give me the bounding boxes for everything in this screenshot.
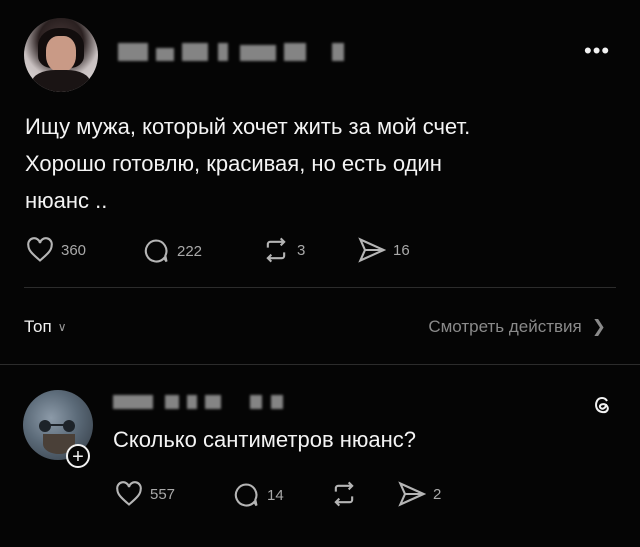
- repost-icon: [334, 481, 354, 507]
- share-icon: [398, 481, 426, 507]
- heart-icon: [116, 481, 142, 506]
- reply-username-censored[interactable]: [113, 393, 293, 411]
- post-text-line: нюанс ..: [25, 188, 108, 213]
- repost-count: 3: [297, 241, 306, 259]
- threads-logo-icon: [595, 397, 609, 414]
- heart-icon: [27, 237, 53, 262]
- sort-label: Топ: [24, 317, 52, 336]
- more-options-icon[interactable]: •••: [584, 40, 610, 62]
- comment-count: 14: [267, 486, 284, 504]
- comment-icon: [144, 239, 168, 263]
- share-count: 2: [433, 485, 442, 503]
- repost-button[interactable]: [330, 481, 358, 507]
- view-activity-link[interactable]: Смотреть действия ❯: [428, 317, 606, 337]
- reply-text: Сколько сантиметров нюанс?: [113, 427, 417, 452]
- glasses-shape: [39, 420, 75, 432]
- share-button[interactable]: 16: [358, 237, 410, 263]
- like-count: 360: [61, 241, 87, 259]
- activity-label: Смотреть действия: [428, 317, 582, 336]
- comment-button[interactable]: 14: [232, 481, 284, 509]
- like-count: 557: [150, 485, 176, 503]
- post-text: Ищу мужа, который хочет жить за мой счет…: [25, 108, 585, 219]
- divider: [0, 364, 640, 365]
- repost-button[interactable]: 3: [262, 237, 305, 263]
- post-text-line: Хорошо готовлю, красивая, но есть один: [25, 151, 442, 176]
- share-count: 16: [393, 241, 410, 259]
- sort-dropdown[interactable]: Топ ∨: [24, 317, 67, 337]
- comment-count: 222: [177, 242, 203, 260]
- post-text-line: Ищу мужа, который хочет жить за мой счет…: [25, 114, 471, 139]
- share-icon: [358, 237, 386, 263]
- author-username-censored[interactable]: [118, 40, 348, 62]
- like-button[interactable]: 557: [115, 481, 175, 507]
- comment-button[interactable]: 222: [142, 237, 202, 265]
- author-avatar[interactable]: [24, 18, 98, 92]
- follow-plus-icon[interactable]: +: [66, 444, 90, 468]
- chevron-right-icon: ❯: [591, 317, 606, 336]
- like-button[interactable]: 360: [26, 237, 86, 263]
- chevron-down-icon: ∨: [57, 320, 67, 334]
- divider: [24, 287, 616, 288]
- repost-icon: [266, 237, 286, 263]
- comment-icon: [234, 483, 258, 507]
- share-button[interactable]: 2: [398, 481, 441, 507]
